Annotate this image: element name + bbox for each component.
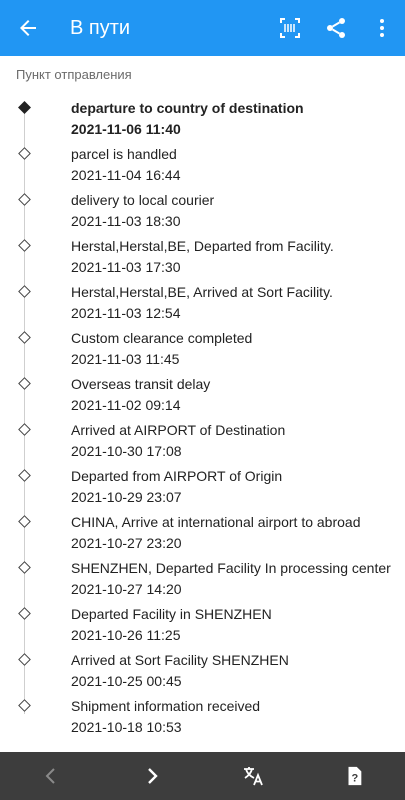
event-description: Herstal,Herstal,BE, Departed from Facili… <box>71 238 334 254</box>
section-label: Пункт отправления <box>16 67 132 82</box>
diamond-outline-icon <box>18 423 31 436</box>
back-button[interactable] <box>0 0 56 56</box>
translate-icon <box>244 767 263 786</box>
event-description: Arrived at AIRPORT of Destination <box>71 422 286 438</box>
diamond-outline-icon <box>18 515 31 528</box>
event-time: 2021-11-02 09:14 <box>71 397 181 413</box>
event-time: 2021-10-29 23:07 <box>71 489 182 505</box>
app-bar: В пути <box>0 0 405 56</box>
diamond-filled-icon <box>18 101 31 114</box>
timeline-event: Custom clearance completed 2021-11-03 11:… <box>0 326 405 372</box>
event-time: 2021-11-06 11:40 <box>71 121 181 137</box>
diamond-outline-icon <box>18 607 31 620</box>
timeline-event: Arrived at Sort Facility SHENZHEN 2021-10… <box>0 648 405 694</box>
timeline-event: SHENZHEN, Departed Facility In processin… <box>0 556 405 602</box>
help-button[interactable]: ? <box>304 752 405 800</box>
diamond-outline-icon <box>18 699 31 712</box>
event-description: parcel is handled <box>71 146 177 162</box>
arrow-back-icon <box>20 20 36 36</box>
svg-text:?: ? <box>352 773 359 785</box>
event-time: 2021-11-03 11:45 <box>71 351 180 367</box>
bottom-navigation-bar: ? <box>0 752 405 800</box>
diamond-outline-icon <box>18 331 31 344</box>
event-time: 2021-10-18 10:53 <box>71 719 182 735</box>
event-time: 2021-10-27 14:20 <box>71 581 182 597</box>
barcode-icon <box>280 18 300 38</box>
next-button[interactable] <box>101 752 202 800</box>
event-description: SHENZHEN, Departed Facility In processin… <box>71 560 391 576</box>
diamond-outline-icon <box>18 653 31 666</box>
chevron-right-icon <box>148 768 158 784</box>
diamond-outline-icon <box>18 285 31 298</box>
event-time: 2021-11-03 17:30 <box>71 259 181 275</box>
more-vert-icon <box>380 19 384 37</box>
timeline-event: parcel is handled 2021-11-04 16:44 <box>0 142 405 188</box>
event-description: Custom clearance completed <box>71 330 253 346</box>
event-description: Departed Facility in SHENZHEN <box>71 606 272 622</box>
diamond-outline-icon <box>18 377 31 390</box>
tracking-timeline: departure to country of destination 2021-… <box>0 96 405 740</box>
event-description: Departed from AIRPORT of Origin <box>71 468 283 484</box>
share-button[interactable] <box>313 0 359 56</box>
event-description: Overseas transit delay <box>71 376 211 392</box>
timeline-event: Herstal,Herstal,BE, Arrived at Sort Faci… <box>0 280 405 326</box>
event-time: 2021-10-26 11:25 <box>71 627 181 643</box>
timeline-event: CHINA, Arrive at international airport t… <box>0 510 405 556</box>
event-description: delivery to local courier <box>71 192 215 208</box>
timeline-event: delivery to local courier 2021-11-03 18:3… <box>0 188 405 234</box>
timeline-event: Departed from AIRPORT of Origin 2021-10-2… <box>0 464 405 510</box>
event-time: 2021-10-27 23:20 <box>71 535 182 551</box>
share-icon <box>327 18 345 38</box>
timeline-event: Arrived at AIRPORT of Destination 2021-10… <box>0 418 405 464</box>
timeline-event: Shipment information received 2021-10-18 … <box>0 694 405 740</box>
event-time: 2021-10-25 00:45 <box>71 673 182 689</box>
previous-button[interactable] <box>0 752 101 800</box>
diamond-outline-icon <box>18 561 31 574</box>
event-time: 2021-11-03 18:30 <box>71 213 181 229</box>
event-description: CHINA, Arrive at international airport t… <box>71 514 361 530</box>
event-description: Herstal,Herstal,BE, Arrived at Sort Faci… <box>71 284 333 300</box>
barcode-button[interactable] <box>267 0 313 56</box>
event-description: departure to country of destination <box>71 100 304 116</box>
event-time: 2021-10-30 17:08 <box>71 443 182 459</box>
page-title: В пути <box>70 16 131 39</box>
timeline-event: Departed Facility in SHENZHEN 2021-10-26 … <box>0 602 405 648</box>
diamond-outline-icon <box>18 147 31 160</box>
chevron-left-icon <box>45 768 55 784</box>
event-time: 2021-11-04 16:44 <box>71 167 181 183</box>
translate-button[interactable] <box>203 752 304 800</box>
diamond-outline-icon <box>18 469 31 482</box>
timeline-event: Overseas transit delay 2021-11-02 09:14 <box>0 372 405 418</box>
event-description: Arrived at Sort Facility SHENZHEN <box>71 652 289 668</box>
timeline-event: Herstal,Herstal,BE, Departed from Facili… <box>0 234 405 280</box>
timeline-event: departure to country of destination 2021-… <box>0 96 405 142</box>
event-time: 2021-11-03 12:54 <box>71 305 181 321</box>
more-options-button[interactable] <box>359 0 405 56</box>
help-icon: ? <box>348 766 362 786</box>
event-description: Shipment information received <box>71 698 261 714</box>
diamond-outline-icon <box>18 193 31 206</box>
diamond-outline-icon <box>18 239 31 252</box>
